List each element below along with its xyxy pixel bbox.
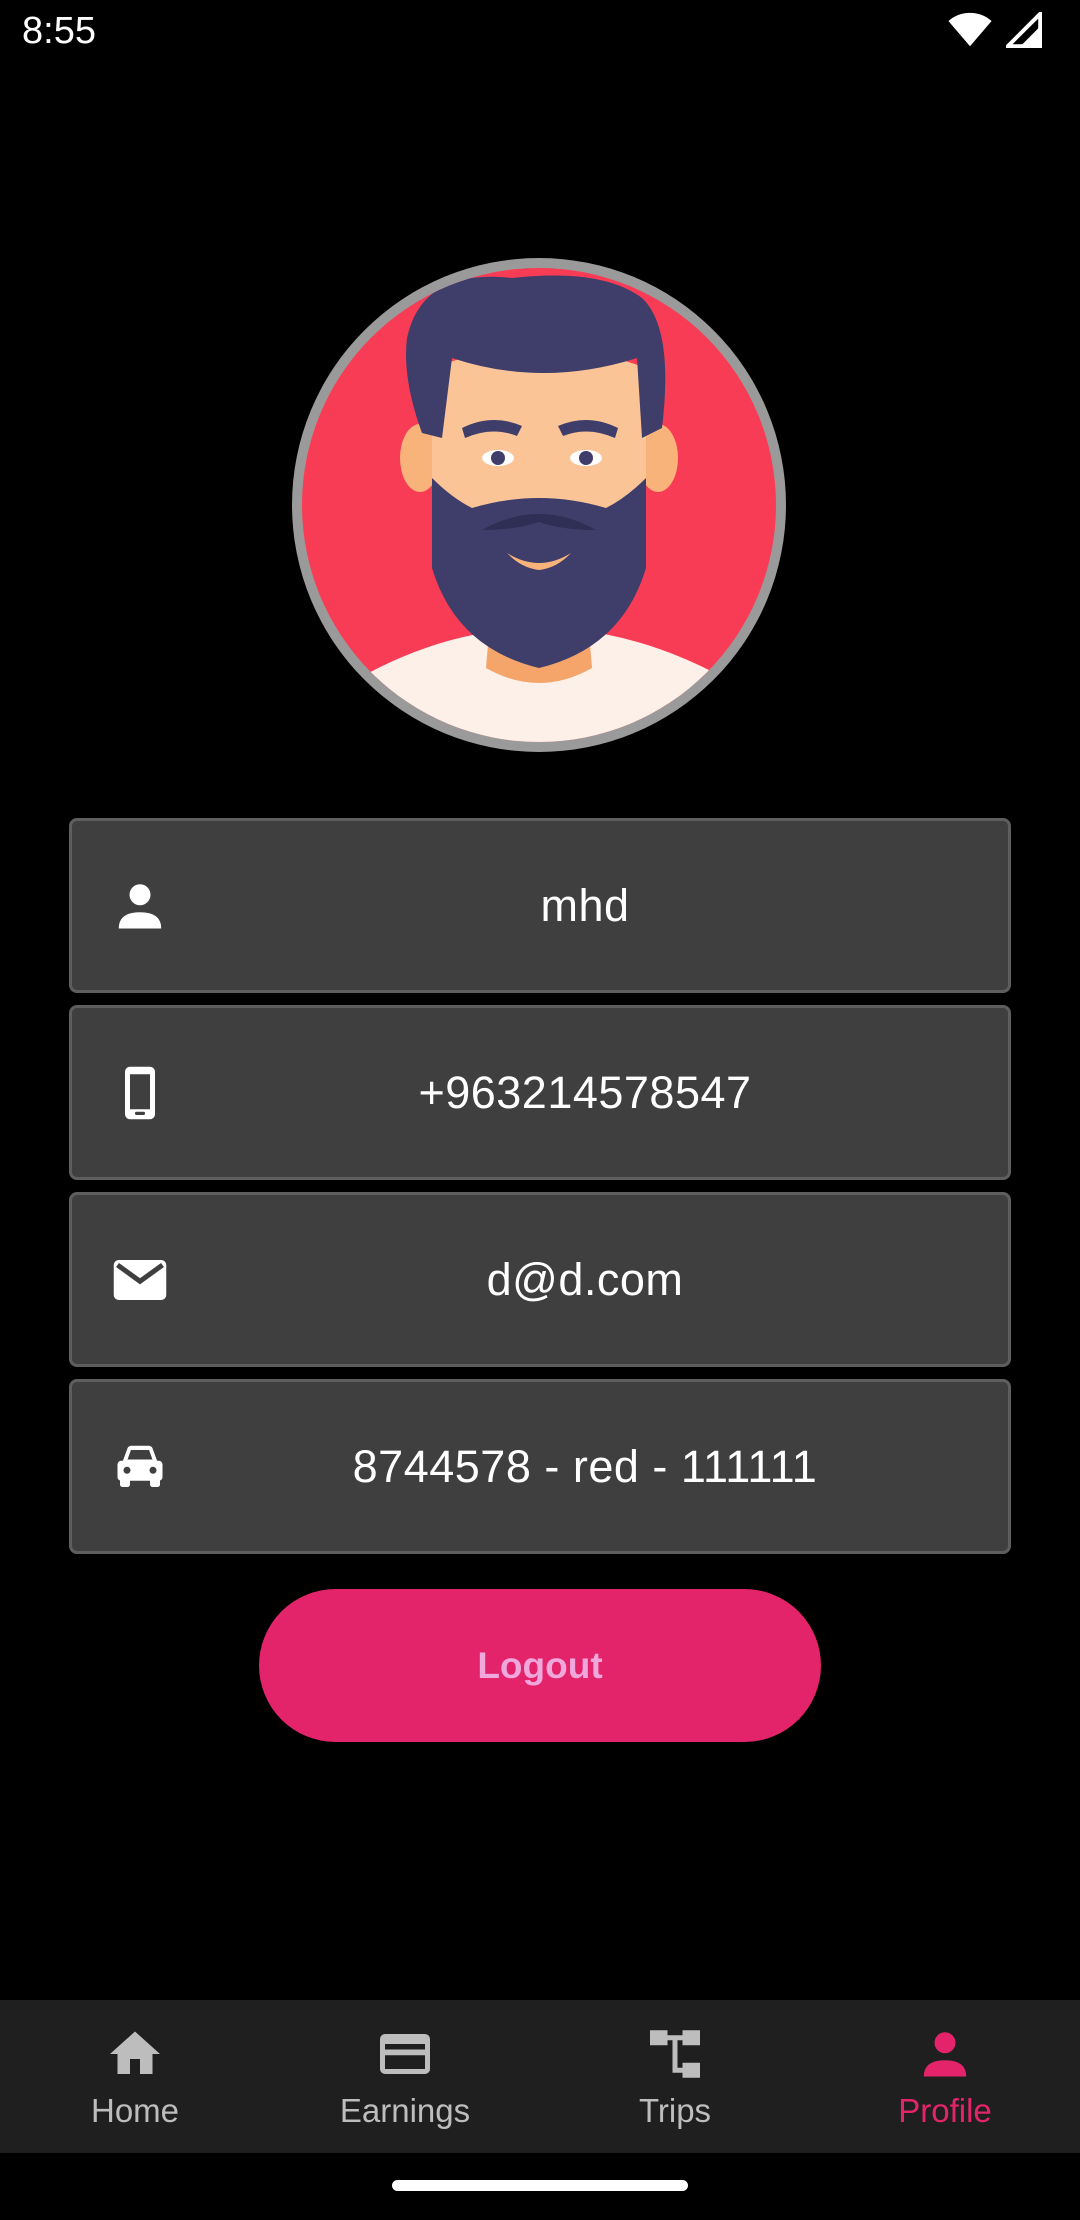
- phone-field[interactable]: +963214578547: [69, 1005, 1011, 1180]
- status-icons: [948, 9, 1043, 53]
- signal-icon: [1003, 9, 1043, 53]
- person-icon: [110, 876, 170, 936]
- car-icon: [110, 1437, 170, 1497]
- status-bar: 8:55: [0, 0, 1080, 66]
- name-field[interactable]: mhd: [69, 818, 1011, 993]
- smartphone-icon: [110, 1063, 170, 1123]
- nav-item-earnings[interactable]: Earnings: [270, 2000, 540, 2153]
- email-value: d@d.com: [486, 1253, 684, 1305]
- nav-label-home: Home: [90, 2091, 180, 2129]
- profile-screen: 8:55 mhd +963214578547 d@d.com 8744578 -…: [0, 0, 1080, 2220]
- logout-button[interactable]: Logout: [259, 1589, 821, 1742]
- person-icon: [915, 2024, 975, 2084]
- car-value: 8744578 - red - 111111: [352, 1440, 818, 1492]
- bottom-nav: Home Earnings Trips Profile: [0, 2000, 1080, 2153]
- credit-card-icon: [375, 2024, 435, 2084]
- email-field[interactable]: d@d.com: [69, 1192, 1011, 1367]
- home-indicator[interactable]: [392, 2180, 688, 2191]
- nav-item-home[interactable]: Home: [0, 2000, 270, 2153]
- nav-label-trips: Trips: [638, 2091, 712, 2129]
- nav-item-profile[interactable]: Profile: [810, 2000, 1080, 2153]
- mail-icon: [110, 1250, 170, 1310]
- nav-label-earnings: Earnings: [339, 2091, 471, 2129]
- nav-item-trips[interactable]: Trips: [540, 2000, 810, 2153]
- wifi-icon: [948, 12, 992, 53]
- account-tree-icon: [645, 2024, 705, 2084]
- nav-label-profile: Profile: [898, 2091, 992, 2129]
- home-icon: [105, 2024, 165, 2084]
- phone-value: +963214578547: [418, 1066, 752, 1118]
- name-value: mhd: [540, 879, 630, 931]
- car-field[interactable]: 8744578 - red - 111111: [69, 1379, 1011, 1554]
- avatar: [292, 258, 786, 752]
- status-time: 8:55: [22, 10, 96, 52]
